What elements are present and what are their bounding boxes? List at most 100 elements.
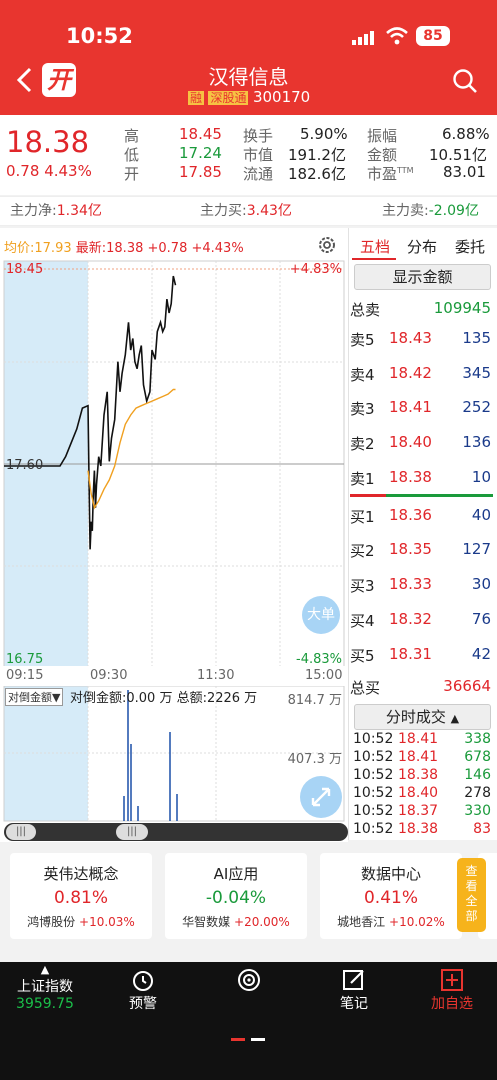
add-watch-label: 加自选 xyxy=(431,996,473,1012)
notes-tab[interactable]: 笔记 xyxy=(329,963,379,1023)
vol-axis-mid: 407.3 万 xyxy=(287,752,342,767)
tick-price: 18.40 xyxy=(398,785,439,801)
show-amount-button[interactable]: 显示金额 xyxy=(354,264,491,290)
ask-1-label: 卖1 xyxy=(350,470,375,488)
total-buy-value: 36664 xyxy=(443,677,491,695)
x-tick-0915: 09:15 xyxy=(6,668,44,683)
ask-4-label: 卖4 xyxy=(350,366,375,384)
amount-value: 10.51亿 xyxy=(429,146,487,164)
y-right-bottom: -4.83% xyxy=(296,652,342,667)
tick-time: 10:52 xyxy=(353,767,394,783)
search-icon[interactable] xyxy=(452,68,478,94)
ask-3-vol: 252 xyxy=(462,398,491,416)
vol-selector[interactable]: 对倒金额▼ xyxy=(5,688,64,706)
stock-tags: 融 深股通 300170 xyxy=(188,88,310,106)
alert-tab[interactable]: 预警 xyxy=(118,963,168,1023)
target-tab[interactable] xyxy=(224,963,274,1023)
scroll-handle-left[interactable]: ||| xyxy=(6,824,36,840)
time-axis: 09:15 09:30 11:30 15:00 xyxy=(0,666,348,686)
x-tick-0930: 09:30 xyxy=(90,668,128,683)
mktcap-label: 市值 xyxy=(243,146,274,164)
pencil-icon xyxy=(329,967,379,993)
high-value: 18.45 xyxy=(179,125,222,143)
amount-label: 金额 xyxy=(367,146,398,164)
bid-5-label: 买5 xyxy=(350,647,375,665)
concept-pct: 0.81% xyxy=(53,888,108,908)
tick-time: 10:52 xyxy=(353,731,394,747)
y-right-top: +4.83% xyxy=(290,262,342,277)
expand-icon[interactable] xyxy=(300,776,342,818)
margin-tag: 融 xyxy=(188,91,205,105)
x-tick-1130: 11:30 xyxy=(197,668,235,683)
quote-panel: 18.38 0.78 4.43% 高 低 开 18.45 17.24 17.85… xyxy=(0,115,497,195)
leader-pct: +20.00% xyxy=(234,915,290,929)
tab-commission[interactable]: 委托 xyxy=(455,236,485,257)
tick-vol: 83 xyxy=(473,821,491,837)
vol-axis-top: 814.7 万 xyxy=(287,693,342,708)
ticks-button[interactable]: 分时成交 ▲ xyxy=(354,704,491,730)
leader-pct: +10.03% xyxy=(79,915,135,929)
concept-name: 数据中心 xyxy=(360,865,421,883)
tick-price: 18.38 xyxy=(398,821,439,837)
concept-card-2[interactable]: AI应用 -0.04% 华智数媒 +20.00% xyxy=(165,853,307,939)
total-sell-value: 109945 xyxy=(433,299,491,317)
tab-five-level[interactable]: 五档 xyxy=(360,236,390,257)
main-sell-label: 主力卖: xyxy=(382,203,429,219)
leader-name: 城地香江 xyxy=(337,915,386,929)
ask-5-label: 卖5 xyxy=(350,331,375,349)
turnover-label: 换手 xyxy=(243,127,274,145)
tick-vol: 330 xyxy=(464,803,491,819)
leader-name: 华智数媒 xyxy=(182,915,231,929)
tick-time: 10:52 xyxy=(353,785,394,801)
concept-leader: 鸿博股份 +10.03% xyxy=(10,913,152,930)
plus-box-icon xyxy=(426,967,478,993)
alert-label: 预警 xyxy=(129,996,157,1012)
nav-bar: 开 汉得信息 融 深股通 300170 xyxy=(0,55,497,115)
bid-4-vol: 76 xyxy=(471,610,491,628)
ask-1-vol: 10 xyxy=(471,468,491,486)
tick-vol: 678 xyxy=(464,749,491,765)
scroll-handle-right[interactable]: ||| xyxy=(116,824,148,840)
leader-pct: +10.02% xyxy=(389,915,445,929)
bid-2-price: 18.35 xyxy=(389,540,432,558)
concept-leader: 华智数媒 +20.00% xyxy=(165,913,307,930)
turnover-value: 5.90% xyxy=(300,125,348,143)
target-icon xyxy=(224,967,274,993)
big-order-button[interactable]: 大单 xyxy=(302,596,340,634)
tab-distribution[interactable]: 分布 xyxy=(407,236,437,257)
ask-2-vol: 136 xyxy=(462,433,491,451)
concept-name: AI应用 xyxy=(213,865,259,883)
add-watch-tab[interactable]: 加自选 xyxy=(426,963,478,1023)
index-tab[interactable]: ▲ 上证指数 3959.75 xyxy=(10,963,80,1023)
index-name: 上证指数 xyxy=(17,979,73,995)
pe-label-sup: TTM xyxy=(397,166,414,175)
view-all-button[interactable]: 查看全部 xyxy=(457,858,486,932)
time-scrollbar[interactable]: ||| ||| xyxy=(4,823,348,841)
page-indicator-active xyxy=(231,1038,245,1041)
change-pct: 4.43% xyxy=(44,162,92,180)
concept-card-3[interactable]: 数据中心 0.41% 城地香江 +10.02% xyxy=(320,853,462,939)
ask-4-vol: 345 xyxy=(462,364,491,382)
ticks-button-label: 分时成交 xyxy=(385,708,446,726)
index-value: 3959.75 xyxy=(16,996,74,1012)
stock-name: 汉得信息 xyxy=(208,65,289,89)
vol-info: 对倒金额:0.00 万 总额:2226 万 xyxy=(70,691,258,706)
stock-code: 300170 xyxy=(252,88,311,106)
bid-5-vol: 42 xyxy=(471,645,491,663)
main-buy-value: 3.43亿 xyxy=(246,203,292,219)
main-sell-value: -2.09亿 xyxy=(428,203,479,219)
ask-1-price: 18.38 xyxy=(389,468,432,486)
chart-settings-icon[interactable] xyxy=(316,234,338,256)
float-label: 流通 xyxy=(243,165,274,183)
bid-5-price: 18.31 xyxy=(389,645,432,663)
price-chart[interactable]: 18.45 17.60 16.75 +4.83% -4.83% xyxy=(0,258,348,673)
y-left-mid: 17.60 xyxy=(6,458,43,473)
concept-name: 英伟达概念 xyxy=(43,865,119,883)
tick-time: 10:52 xyxy=(353,749,394,765)
chart-chg: +0.78 xyxy=(147,241,188,256)
concept-card-1[interactable]: 英伟达概念 0.81% 鸿博股份 +10.03% xyxy=(10,853,152,939)
amplitude-label: 振幅 xyxy=(367,127,398,145)
concept-leader: 城地香江 +10.02% xyxy=(320,913,462,930)
tick-vol: 278 xyxy=(464,785,491,801)
x-tick-1500: 15:00 xyxy=(305,668,343,683)
